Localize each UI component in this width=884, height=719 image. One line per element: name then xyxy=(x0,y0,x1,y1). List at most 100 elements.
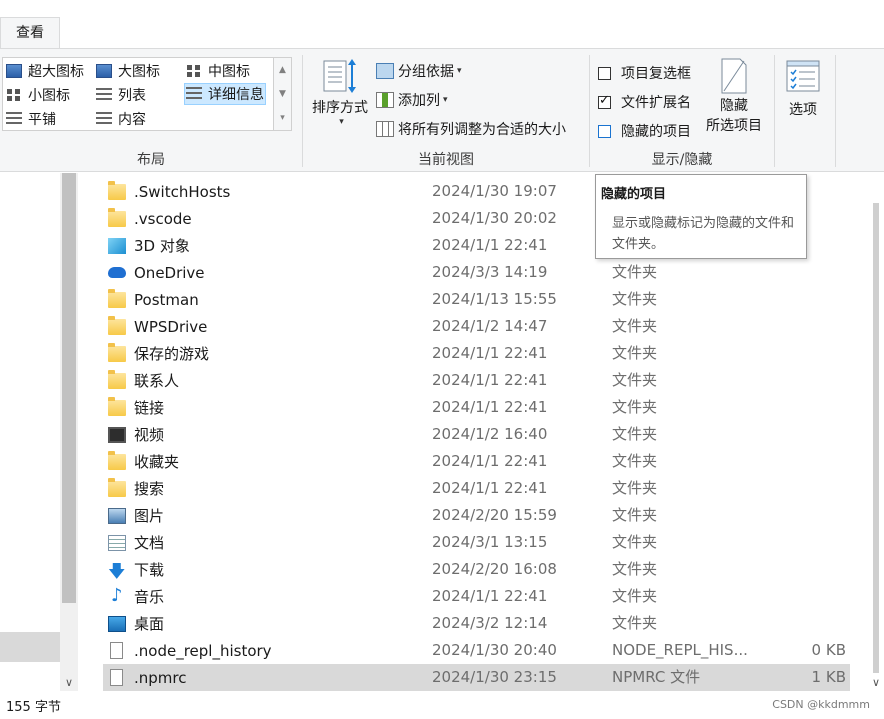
add-column-icon xyxy=(376,92,394,108)
file-row[interactable]: 搜索 2024/1/1 22:41 文件夹 xyxy=(103,475,850,502)
file-date: 2024/1/13 15:55 xyxy=(432,290,557,308)
item-check-boxes-label: 项目复选框 xyxy=(621,66,691,82)
file-row[interactable]: 收藏夹 2024/1/1 22:41 文件夹 xyxy=(103,448,850,475)
group-divider xyxy=(774,55,775,167)
file-name: .node_repl_history xyxy=(134,641,272,660)
layout-medium-icons[interactable]: 中图标 xyxy=(186,60,250,82)
details-view-icon xyxy=(186,87,202,101)
navigation-selected-item[interactable] xyxy=(0,632,60,662)
file-row[interactable]: OneDrive 2024/3/3 14:19 文件夹 xyxy=(103,259,850,286)
file-extensions-label: 文件扩展名 xyxy=(621,95,691,111)
tooltip-body: 显示或隐藏标记为隐藏的文件和文件夹。 xyxy=(612,216,795,252)
medium-icons-icon xyxy=(186,64,202,78)
file-row[interactable]: 视频 2024/1/2 16:40 文件夹 xyxy=(103,421,850,448)
contacts-icon xyxy=(108,369,126,389)
file-row[interactable]: 音乐 2024/1/1 22:41 文件夹 xyxy=(103,583,850,610)
hidden-items-label: 隐藏的项目 xyxy=(621,124,691,140)
file-type: 文件夹 xyxy=(612,533,658,551)
content-view-icon xyxy=(96,112,112,126)
options-label: 选项 xyxy=(789,102,817,118)
file-row[interactable]: 联系人 2024/1/1 22:41 文件夹 xyxy=(103,367,850,394)
file-name: .npmrc xyxy=(134,668,187,687)
file-date: 2024/1/1 22:41 xyxy=(432,452,548,470)
file-row-selected[interactable]: .npmrc 2024/1/30 23:15 NPMRC 文件 1 KB xyxy=(103,664,850,691)
layout-small-icons[interactable]: 小图标 xyxy=(6,84,70,106)
checkbox-icon[interactable] xyxy=(598,124,611,138)
folder-icon xyxy=(108,288,126,308)
file-row[interactable]: 文档 2024/3/1 13:15 文件夹 xyxy=(103,529,850,556)
layout-label: 小图标 xyxy=(28,88,70,104)
checkbox-checked-icon[interactable] xyxy=(598,93,611,109)
tab-view[interactable]: 查看 xyxy=(0,17,60,48)
file-row[interactable]: .node_repl_history 2024/1/30 20:40 NODE_… xyxy=(103,637,850,664)
layout-gallery-scroll[interactable]: ▲ ▼ ▾ xyxy=(274,57,292,131)
item-check-boxes-toggle[interactable]: 项目复选框 xyxy=(598,63,691,83)
file-extensions-toggle[interactable]: 文件扩展名 xyxy=(598,92,691,112)
layout-list[interactable]: 列表 xyxy=(96,84,146,106)
options-button[interactable]: 选项 xyxy=(781,59,825,119)
file-date: 2024/1/2 14:47 xyxy=(432,317,548,335)
file-list-scrollbar[interactable]: ∨ xyxy=(868,173,884,691)
file-type: 文件夹 xyxy=(612,344,658,362)
scrollbar-thumb[interactable] xyxy=(873,203,879,673)
file-row[interactable]: 桌面 2024/3/2 12:14 文件夹 xyxy=(103,610,850,637)
folder-icon xyxy=(108,180,126,200)
sort-by-button[interactable]: 排序方式 ▾ xyxy=(309,57,371,127)
add-column-button[interactable]: 添加列 ▾ xyxy=(376,90,448,110)
show-hide-group: 项目复选框 文件扩展名 隐藏的项目 隐藏 所选项目 显示/隐藏 xyxy=(590,49,774,173)
file-type: NODE_REPL_HIS... xyxy=(612,641,748,659)
file-type: 文件夹 xyxy=(612,290,658,308)
onedrive-icon xyxy=(108,267,126,278)
layout-gallery: 超大图标 大图标 中图标 小图标 列表 详细信息 平铺 内容 xyxy=(2,57,274,131)
file-row[interactable]: Postman 2024/1/13 15:55 文件夹 xyxy=(103,286,850,313)
desktop-icon xyxy=(108,615,126,632)
hidden-items-toggle[interactable]: 隐藏的项目 xyxy=(598,121,691,141)
tiles-view-icon xyxy=(6,112,22,126)
layout-content[interactable]: 内容 xyxy=(96,108,146,130)
videos-icon xyxy=(108,426,126,443)
layout-tiles[interactable]: 平铺 xyxy=(6,108,56,130)
layout-label: 内容 xyxy=(118,112,146,128)
scroll-down-arrow-icon[interactable]: ∨ xyxy=(60,676,78,689)
size-all-columns-button[interactable]: 将所有列调整为合适的大小 xyxy=(376,119,566,139)
file-name: .vscode xyxy=(134,209,192,228)
file-row[interactable]: 下载 2024/2/20 16:08 文件夹 xyxy=(103,556,850,588)
file-type: 文件夹 xyxy=(612,614,658,632)
file-icon xyxy=(110,642,123,659)
file-date: 2024/1/1 22:41 xyxy=(432,236,548,254)
file-date: 2024/1/1 22:41 xyxy=(432,371,548,389)
file-row[interactable]: 链接 2024/1/1 22:41 文件夹 xyxy=(103,394,850,421)
layout-extra-large-icons[interactable]: 超大图标 xyxy=(6,60,84,82)
layout-label: 超大图标 xyxy=(28,64,84,80)
show-hide-group-label: 显示/隐藏 xyxy=(651,152,713,168)
scroll-down-icon[interactable]: ▼ xyxy=(274,82,291,106)
tooltip-title: 隐藏的项目 xyxy=(601,187,667,202)
expand-gallery-icon[interactable]: ▾ xyxy=(274,106,291,130)
layout-large-icons[interactable]: 大图标 xyxy=(96,60,160,82)
group-by-button[interactable]: 分组依据 ▾ xyxy=(376,61,462,81)
group-by-label: 分组依据 xyxy=(398,64,454,80)
scroll-down-arrow-icon[interactable]: ∨ xyxy=(868,676,884,689)
ribbon: 超大图标 大图标 中图标 小图标 列表 详细信息 平铺 内容 ▲ ▼ ▾ 布局 … xyxy=(0,48,884,172)
add-column-label: 添加列 xyxy=(398,93,440,109)
file-explorer-window: 查看 超大图标 大图标 中图标 小图标 列表 详细信息 平铺 内容 ▲ ▼ ▾ … xyxy=(0,0,884,719)
file-row[interactable]: 保存的游戏 2024/1/1 22:41 文件夹 xyxy=(103,340,850,367)
file-name: 下载 xyxy=(134,561,165,579)
hide-selected-items-button[interactable]: 隐藏 所选项目 xyxy=(702,57,766,135)
hide-selected-label: 隐藏 xyxy=(720,98,748,114)
group-by-icon xyxy=(376,63,394,79)
navigation-scrollbar[interactable]: ∨ xyxy=(60,173,78,691)
checkbox-icon[interactable] xyxy=(598,66,611,80)
file-date: 2024/1/30 20:02 xyxy=(432,209,557,227)
file-row[interactable]: WPSDrive 2024/1/2 14:47 文件夹 xyxy=(103,313,850,340)
list-view-icon xyxy=(96,88,112,102)
navigation-pane[interactable] xyxy=(0,173,60,691)
documents-icon xyxy=(108,534,126,551)
large-icons-icon xyxy=(96,64,112,78)
file-size: 0 KB xyxy=(811,641,846,659)
scrollbar-thumb[interactable] xyxy=(62,173,76,603)
searches-icon xyxy=(108,477,126,497)
layout-details[interactable]: 详细信息 xyxy=(184,83,266,105)
scroll-up-icon[interactable]: ▲ xyxy=(274,58,291,82)
file-row[interactable]: 图片 2024/2/20 15:59 文件夹 xyxy=(103,502,850,529)
